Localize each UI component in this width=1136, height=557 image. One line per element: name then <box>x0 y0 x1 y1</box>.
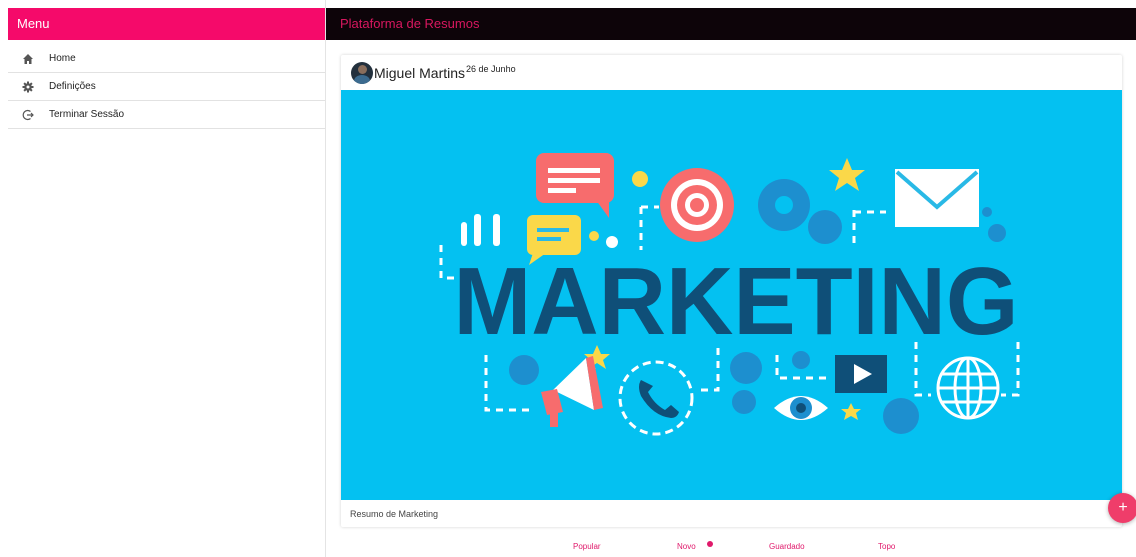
avatar[interactable] <box>351 62 373 84</box>
menu-title: Menu <box>17 16 50 31</box>
post-card[interactable]: Miguel Martins 26 de Junho MARKETING Res… <box>341 55 1122 527</box>
page-title: Plataforma de Resumos <box>340 16 480 31</box>
post-header: Miguel Martins 26 de Junho <box>351 61 516 85</box>
plus-icon: + <box>1118 499 1128 516</box>
topbar: Plataforma de Resumos <box>326 8 1136 40</box>
sidebar: Menu Home Definições Terminar Sessão <box>0 0 326 557</box>
post-date: 26 de Junho <box>466 64 516 74</box>
nav-new[interactable]: Novo <box>677 542 696 551</box>
menu-header: Menu <box>8 8 325 40</box>
bottom-nav: Popular Novo Guardado Topo <box>326 534 1136 557</box>
new-badge-dot <box>707 541 713 547</box>
image-text-marketing: MARKETING <box>454 248 1019 355</box>
sidebar-item-label: Terminar Sessão <box>49 109 125 120</box>
gear-icon <box>8 81 48 93</box>
menu-list: Home Definições Terminar Sessão <box>8 45 325 129</box>
sidebar-item-home[interactable]: Home <box>8 45 325 73</box>
logout-icon <box>8 109 48 121</box>
sidebar-item-label: Home <box>49 53 76 64</box>
add-post-button[interactable]: + <box>1108 493 1136 523</box>
home-icon <box>8 53 48 65</box>
post-author[interactable]: Miguel Martins <box>374 65 465 81</box>
post-image[interactable]: MARKETING <box>341 90 1122 500</box>
nav-saved[interactable]: Guardado <box>769 542 805 551</box>
nav-popular[interactable]: Popular <box>573 542 601 551</box>
sidebar-item-settings[interactable]: Definições <box>8 73 325 101</box>
post-caption: Resumo de Marketing <box>350 509 439 519</box>
nav-top[interactable]: Topo <box>878 542 895 551</box>
sidebar-item-label: Definições <box>49 81 96 92</box>
sidebar-item-logout[interactable]: Terminar Sessão <box>8 101 325 129</box>
